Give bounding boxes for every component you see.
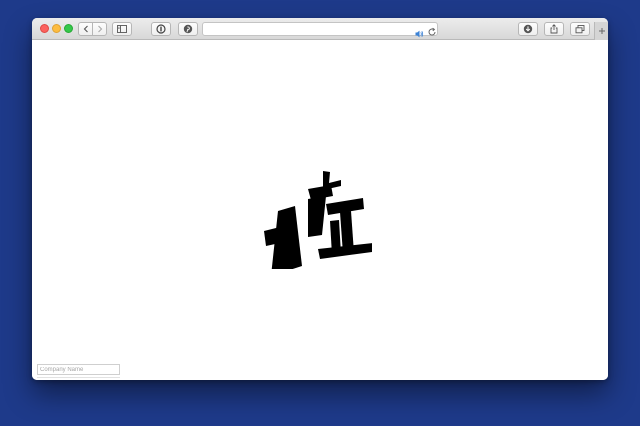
pinterest-extension-button[interactable] <box>178 22 198 36</box>
plus-icon <box>598 28 605 34</box>
tab-overview-button[interactable] <box>570 22 590 36</box>
1password-extension-button[interactable] <box>151 22 171 36</box>
share-button[interactable] <box>544 22 564 36</box>
web-page-content: 症 <box>32 40 608 380</box>
download-icon <box>523 24 533 34</box>
sidebar-toggle-button[interactable] <box>112 22 132 36</box>
chevron-left-icon <box>83 25 88 33</box>
share-icon <box>550 24 558 34</box>
downloads-button[interactable] <box>518 22 538 36</box>
zoom-window-button[interactable] <box>64 24 73 33</box>
sidebar-icon <box>117 25 127 33</box>
browser-window: 症 <box>32 18 608 380</box>
new-tab-button[interactable] <box>594 22 608 40</box>
kanji-logo: 症 <box>264 171 372 269</box>
browser-toolbar <box>32 18 608 40</box>
navigation-group <box>78 22 108 36</box>
pinterest-icon <box>183 24 193 34</box>
tabs-overview-icon <box>575 24 585 33</box>
company-name-input[interactable] <box>37 364 120 375</box>
minimize-window-button[interactable] <box>52 24 61 33</box>
address-bar[interactable] <box>202 22 438 38</box>
chevron-right-icon <box>97 25 102 33</box>
close-window-button[interactable] <box>40 24 49 33</box>
1password-icon <box>156 24 166 34</box>
forward-button[interactable] <box>92 22 107 36</box>
next-input-edge <box>37 377 120 378</box>
back-button[interactable] <box>78 22 93 36</box>
